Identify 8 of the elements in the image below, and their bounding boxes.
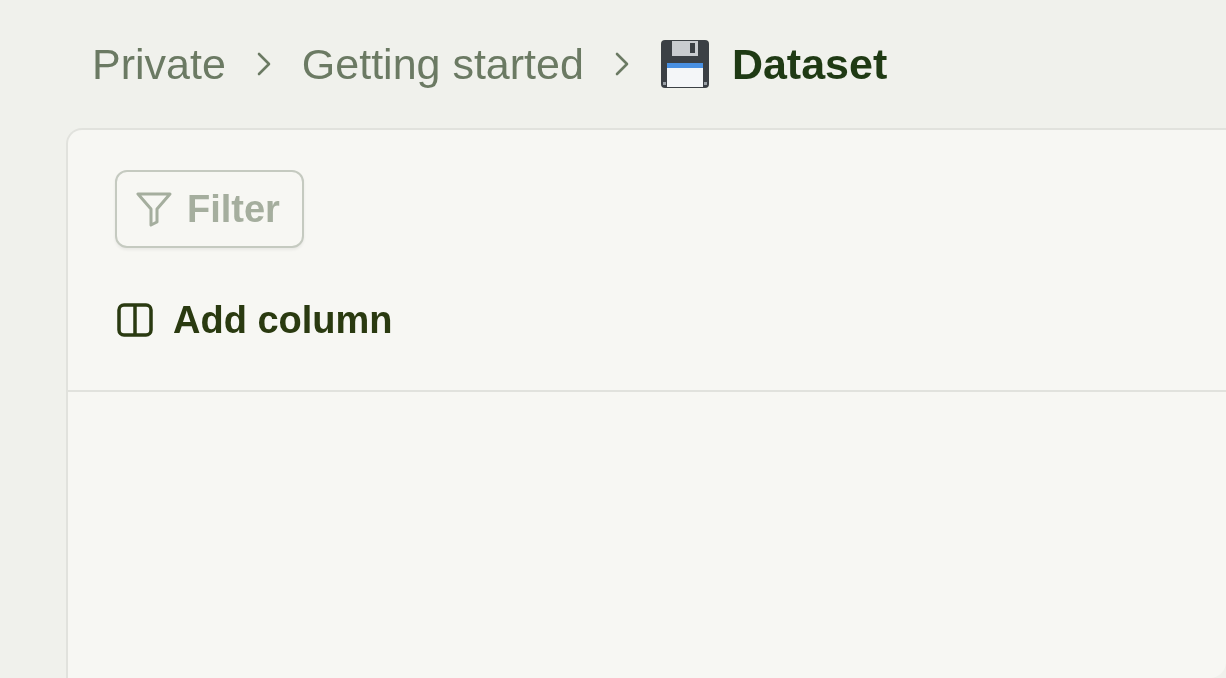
breadcrumb-link[interactable]: Private (92, 39, 226, 89)
columns-icon (117, 303, 153, 337)
funnel-icon (135, 191, 173, 227)
chevron-right-icon (255, 51, 272, 77)
breadcrumb-link[interactable]: Dataset (659, 39, 888, 89)
add-column-button[interactable]: Add column (117, 298, 393, 342)
chevron-right-icon (613, 51, 630, 77)
breadcrumb-link[interactable]: Getting started (301, 39, 584, 89)
